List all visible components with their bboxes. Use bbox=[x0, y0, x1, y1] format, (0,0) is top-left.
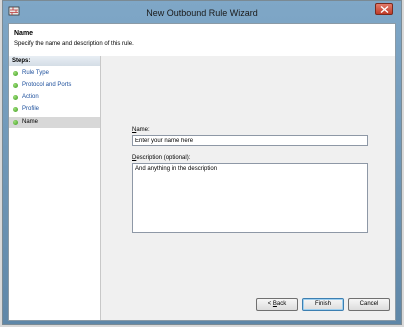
step-label: Rule Type bbox=[22, 70, 49, 76]
step-label: Action bbox=[22, 94, 39, 100]
step-protocol-and-ports[interactable]: Protocol and Ports bbox=[9, 80, 100, 91]
wizard-header: Name Specify the name and description of… bbox=[9, 24, 395, 57]
name-label: Name: bbox=[132, 127, 150, 133]
page-title: Name bbox=[14, 30, 34, 37]
cancel-button[interactable]: Cancel bbox=[348, 298, 390, 311]
content-panel: Name: Description (optional): And anythi… bbox=[101, 56, 395, 320]
wizard-client-area: Name Specify the name and description of… bbox=[8, 23, 396, 321]
step-label: Protocol and Ports bbox=[22, 82, 72, 88]
description-label: Description (optional): bbox=[132, 155, 191, 161]
finish-button[interactable]: Finish bbox=[302, 298, 344, 311]
name-input[interactable] bbox=[132, 135, 368, 146]
green-bullet-icon bbox=[13, 95, 18, 100]
step-label: Name bbox=[22, 119, 39, 125]
step-name[interactable]: Name bbox=[9, 117, 100, 128]
close-icon bbox=[380, 6, 389, 13]
step-action[interactable]: Action bbox=[9, 92, 100, 103]
back-button[interactable]: < Back bbox=[256, 298, 298, 311]
step-label: Profile bbox=[22, 106, 40, 112]
page-subtitle: Specify the name and description of this… bbox=[14, 41, 134, 47]
green-bullet-icon bbox=[13, 120, 18, 125]
green-bullet-icon bbox=[13, 71, 18, 76]
description-textarea[interactable]: And anything in the description bbox=[132, 163, 368, 233]
wizard-window: New Outbound Rule Wizard Name Specify th… bbox=[2, 0, 402, 325]
window-title: New Outbound Rule Wizard bbox=[146, 8, 258, 18]
close-button[interactable] bbox=[375, 3, 393, 15]
green-bullet-icon bbox=[13, 107, 18, 112]
green-bullet-icon bbox=[13, 83, 18, 88]
step-rule-type[interactable]: Rule Type bbox=[9, 68, 100, 79]
steps-panel: Steps: Rule Type Protocol and Ports Acti… bbox=[9, 56, 101, 320]
title-bar[interactable]: New Outbound Rule Wizard bbox=[3, 1, 401, 23]
step-profile[interactable]: Profile bbox=[9, 104, 100, 115]
steps-heading: Steps: bbox=[9, 56, 100, 66]
